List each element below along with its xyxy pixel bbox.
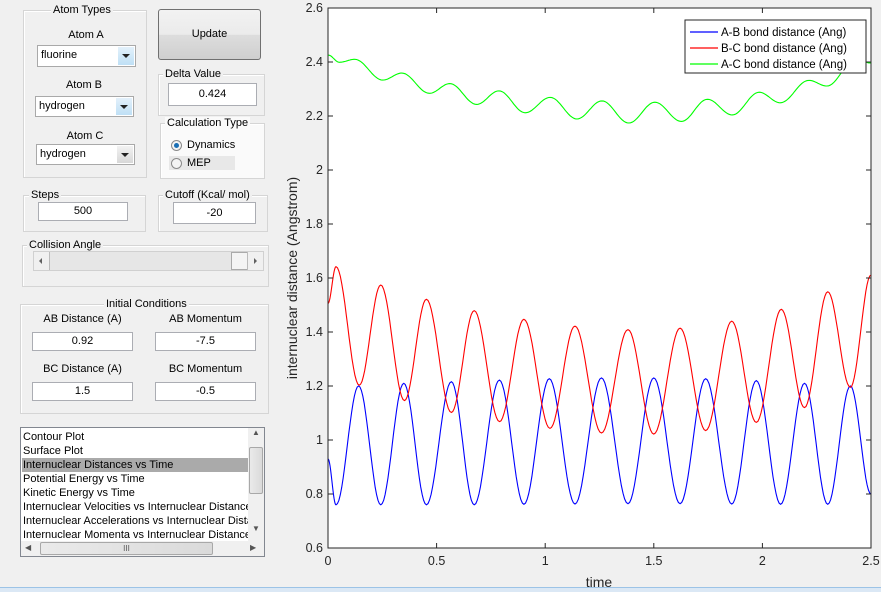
x-tick-label: 1.5 [645, 554, 662, 568]
x-tick-label: 0 [325, 554, 332, 568]
y-tick-label: 2.4 [306, 55, 323, 69]
x-tick-label: 0.5 [428, 554, 445, 568]
y-tick-label: 1.4 [306, 325, 323, 339]
x-tick-label: 2 [759, 554, 766, 568]
y-tick-label: 0.6 [306, 541, 323, 555]
y-axis-label: internuclear distance (Angstrom) [284, 177, 300, 379]
y-tick-label: 2 [316, 163, 323, 177]
legend-label: A-C bond distance (Ang) [721, 59, 847, 71]
y-tick-label: 2.2 [306, 109, 323, 123]
y-tick-label: 1.6 [306, 271, 323, 285]
x-tick-label: 2.5 [862, 554, 879, 568]
y-tick-label: 1 [316, 433, 323, 447]
y-tick-label: 1.8 [306, 217, 323, 231]
y-tick-label: 1.2 [306, 379, 323, 393]
x-axis-label: time [586, 574, 613, 590]
y-tick-label: 0.8 [306, 487, 323, 501]
internuclear-distance-chart: 0.6 0.8 1 1.2 1.4 1.6 1.8 2 2.2 2.4 2.6 0 0.5 1 1.5 2 2.… [284, 1, 880, 590]
y-tick-label: 2.6 [306, 1, 323, 15]
legend-label: B-C bond distance (Ang) [721, 43, 847, 55]
x-tick-label: 1 [542, 554, 549, 568]
legend-label: A-B bond distance (Ang) [721, 27, 846, 39]
